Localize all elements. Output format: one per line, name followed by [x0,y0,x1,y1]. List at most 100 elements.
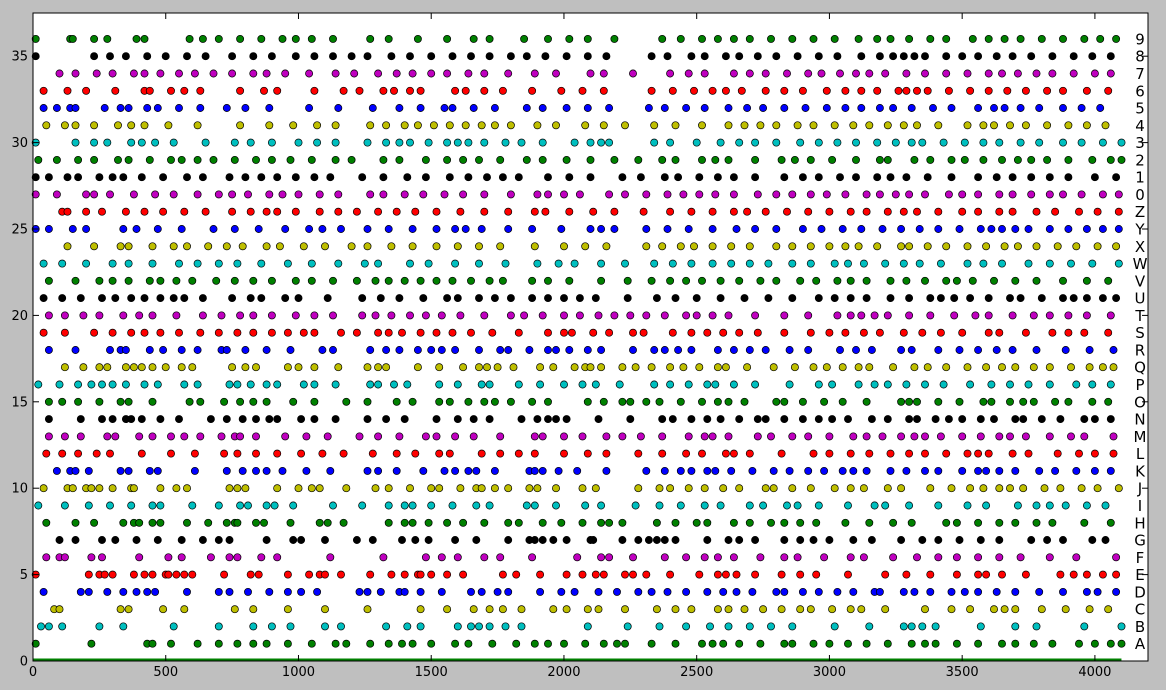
data-point [408,639,417,648]
data-point [735,52,744,61]
data-point [560,328,568,337]
data-point [881,69,890,78]
data-point [108,380,117,389]
data-point [605,104,614,112]
data-point [151,190,160,199]
data-point [825,449,834,458]
data-point [992,587,1001,596]
data-point [111,536,120,544]
data-point [95,397,104,406]
data-point [652,294,661,303]
data-point [1082,86,1091,95]
data-point [1000,605,1009,614]
data-point [257,553,266,562]
data-point [148,639,157,648]
data-point [621,259,629,268]
data-point [716,276,725,285]
data-point [711,380,720,389]
data-point [947,155,956,164]
data-point [647,587,656,596]
data-point [63,242,72,251]
data-point [955,346,964,354]
data-point [1035,587,1044,596]
data-point [804,311,813,320]
data-point [1006,294,1014,303]
data-point [376,587,385,596]
data-point [196,104,205,112]
data-point [995,138,1004,147]
data-point [713,173,722,182]
data-point [350,69,359,78]
data-point [382,622,391,631]
data-point [119,518,128,527]
data-point [780,328,789,337]
data-point [445,173,454,182]
data-point [998,225,1006,233]
data-point [857,311,866,320]
data-point [743,363,752,372]
data-point [761,69,770,78]
data-point [321,570,329,579]
data-point [164,121,173,130]
data-point [82,207,91,216]
data-point [1098,190,1107,199]
data-point [998,639,1006,648]
data-point [939,380,948,389]
data-point [363,225,372,233]
data-point [796,276,805,285]
data-point [71,518,80,527]
data-point [769,466,778,475]
data-point [1106,380,1115,389]
data-point [183,173,191,182]
data-point [329,34,337,43]
data-point [974,207,983,216]
data-point [581,121,590,130]
data-point [159,207,168,216]
data-point [1056,570,1065,579]
data-point [913,121,921,130]
data-point [605,518,614,527]
data-point [206,553,215,562]
data-point [175,328,183,337]
data-point [682,622,691,631]
data-point [236,34,245,43]
data-point [1045,501,1054,510]
data-point [63,173,72,182]
data-point [1064,311,1073,320]
data-point [806,155,815,164]
data-point [411,536,420,544]
data-point [557,86,566,95]
data-point [995,190,1004,199]
data-point [477,225,486,233]
data-point [490,121,499,130]
data-point [443,605,452,614]
data-point [71,104,80,112]
data-point [751,536,760,544]
data-point [544,34,552,43]
data-point [859,553,868,562]
data-point [1117,138,1126,147]
data-point [554,259,563,268]
data-point [589,328,598,337]
data-point [870,501,879,510]
data-point [145,466,154,475]
data-point [660,466,669,475]
data-point [209,69,218,78]
data-point [934,466,943,475]
data-point [1035,104,1044,112]
data-point [167,639,175,648]
scatter-chart: 0 500 1000 1500 2000 2500 3000 3500 400005101520… [0,0,1166,690]
data-point [862,432,871,441]
data-point [695,570,704,579]
data-point [862,397,871,406]
data-point [674,173,683,182]
row-label: C [1135,601,1145,619]
data-point [135,311,144,320]
data-point [432,432,441,441]
data-point [177,155,186,164]
data-point [148,311,157,320]
data-point [1029,639,1038,648]
data-point [976,415,985,424]
data-point [1032,276,1041,285]
data-point [902,276,911,285]
